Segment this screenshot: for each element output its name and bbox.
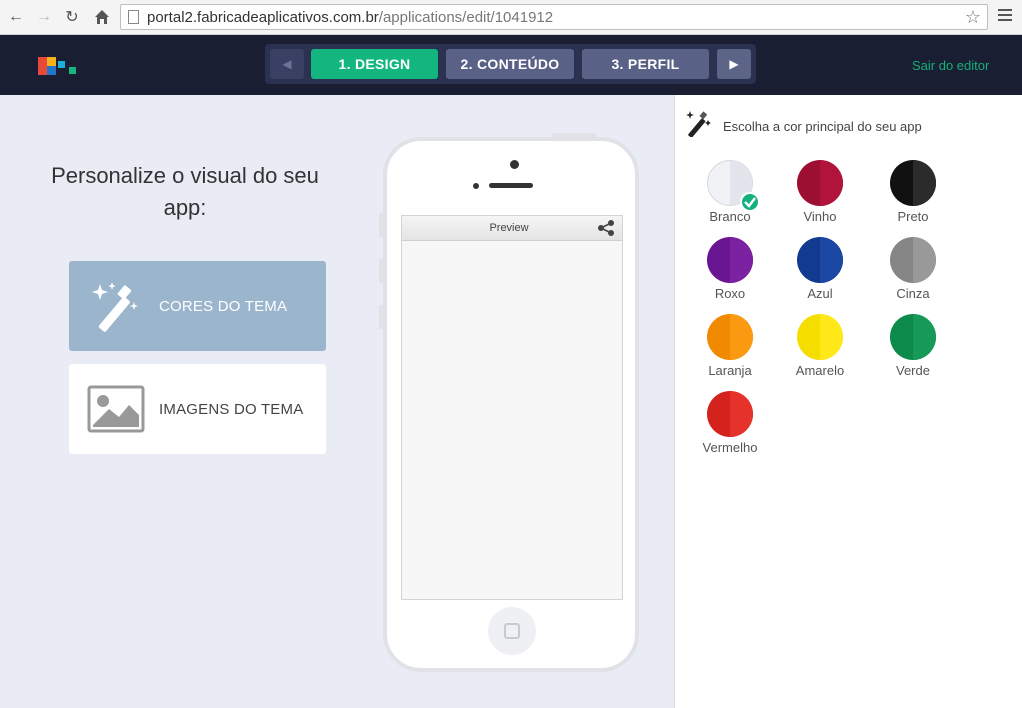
address-bar[interactable]: portal2.fabricadeaplicativos.com.br/appl…	[120, 4, 988, 30]
swatch-circle	[707, 237, 753, 283]
reload-icon[interactable]: ↻	[62, 7, 82, 27]
magic-wand-icon	[685, 109, 713, 138]
color-swatch-branco[interactable]: Branco	[690, 160, 770, 224]
prev-step-arrow-icon[interactable]: ◀	[270, 49, 304, 79]
phone-side-button	[379, 259, 384, 283]
swatch-label: Preto	[897, 209, 929, 224]
swatch-label: Cinza	[896, 286, 930, 301]
preview-title: Preview	[489, 222, 529, 234]
url-text: portal2.fabricadeaplicativos.com.br/appl…	[147, 9, 554, 26]
back-arrow-icon[interactable]: ←	[6, 7, 26, 27]
color-picker-panel: Escolha a cor principal do seu app Branc…	[674, 95, 1022, 708]
step-perfil[interactable]: 3. PERFIL	[582, 49, 709, 79]
page-title: Personalize o visual do seu app:	[51, 163, 319, 220]
color-swatch-preto[interactable]: Preto	[873, 160, 953, 224]
swatch-label: Amarelo	[795, 363, 845, 378]
color-swatch-verde[interactable]: Verde	[873, 314, 953, 378]
page-icon	[128, 10, 139, 24]
share-icon[interactable]	[597, 219, 615, 237]
browser-chrome: ← → ↻ portal2.fabricadeaplicativos.com.b…	[0, 0, 1022, 35]
swatch-circle	[797, 237, 843, 283]
phone-side-button	[379, 305, 384, 329]
swatch-circle	[707, 314, 753, 360]
exit-editor-link[interactable]: Sair do editor	[912, 58, 989, 73]
swatch-circle	[890, 160, 936, 206]
color-swatch-azul[interactable]: Azul	[780, 237, 860, 301]
swatch-label: Verde	[896, 363, 930, 378]
color-swatch-vermelho[interactable]: Vermelho	[690, 391, 770, 455]
theme-colors-option[interactable]: CORES DO TEMA	[69, 261, 326, 351]
phone-side-button	[379, 213, 384, 237]
swatch-circle	[890, 314, 936, 360]
phone-screen: Preview	[401, 215, 623, 600]
magic-wand-icon	[87, 281, 145, 332]
color-picker-title: Escolha a cor principal do seu app	[723, 119, 922, 134]
swatch-circle	[707, 391, 753, 437]
next-step-arrow-icon[interactable]: ▶	[717, 49, 751, 79]
phone-speaker	[489, 183, 533, 188]
color-swatch-amarelo[interactable]: Amarelo	[780, 314, 860, 378]
swatch-label: Laranja	[708, 363, 752, 378]
swatch-label: Vermelho	[702, 440, 758, 455]
color-swatch-laranja[interactable]: Laranja	[690, 314, 770, 378]
step-conteudo[interactable]: 2. CONTEÚDO	[446, 49, 574, 79]
phone-camera	[510, 160, 519, 169]
step-design[interactable]: 1. DESIGN	[311, 49, 438, 79]
swatch-label: Branco	[709, 209, 751, 224]
swatch-label: Azul	[807, 286, 833, 301]
swatch-circle	[890, 237, 936, 283]
phone-sensor	[473, 183, 479, 189]
bookmark-star-icon[interactable]: ☆	[965, 7, 981, 28]
image-icon	[87, 384, 145, 434]
wizard-steps: ◀ 1. DESIGN 2. CONTEÚDO 3. PERFIL ▶	[265, 44, 756, 84]
swatch-label: Vinho	[803, 209, 837, 224]
phone-power-button	[552, 133, 597, 139]
browser-menu-icon[interactable]	[998, 9, 1012, 23]
color-swatch-roxo[interactable]: Roxo	[690, 237, 770, 301]
preview-header: Preview	[402, 216, 622, 241]
forward-arrow-icon[interactable]: →	[34, 7, 54, 27]
selected-check-icon	[740, 192, 760, 212]
home-icon[interactable]	[92, 7, 112, 27]
color-swatch-vinho[interactable]: Vinho	[780, 160, 860, 224]
phone-home-button	[488, 607, 536, 655]
option-label: CORES DO TEMA	[159, 297, 288, 315]
color-swatch-cinza[interactable]: Cinza	[873, 237, 953, 301]
phone-preview: Preview	[379, 133, 639, 672]
swatch-label: Roxo	[714, 286, 746, 301]
theme-images-option[interactable]: IMAGENS DO TEMA	[69, 364, 326, 454]
app-logo	[38, 57, 78, 77]
editor-header: ◀ 1. DESIGN 2. CONTEÚDO 3. PERFIL ▶ Sair…	[0, 35, 1022, 95]
swatch-circle	[797, 160, 843, 206]
swatch-circle	[797, 314, 843, 360]
option-label: IMAGENS DO TEMA	[159, 400, 304, 418]
